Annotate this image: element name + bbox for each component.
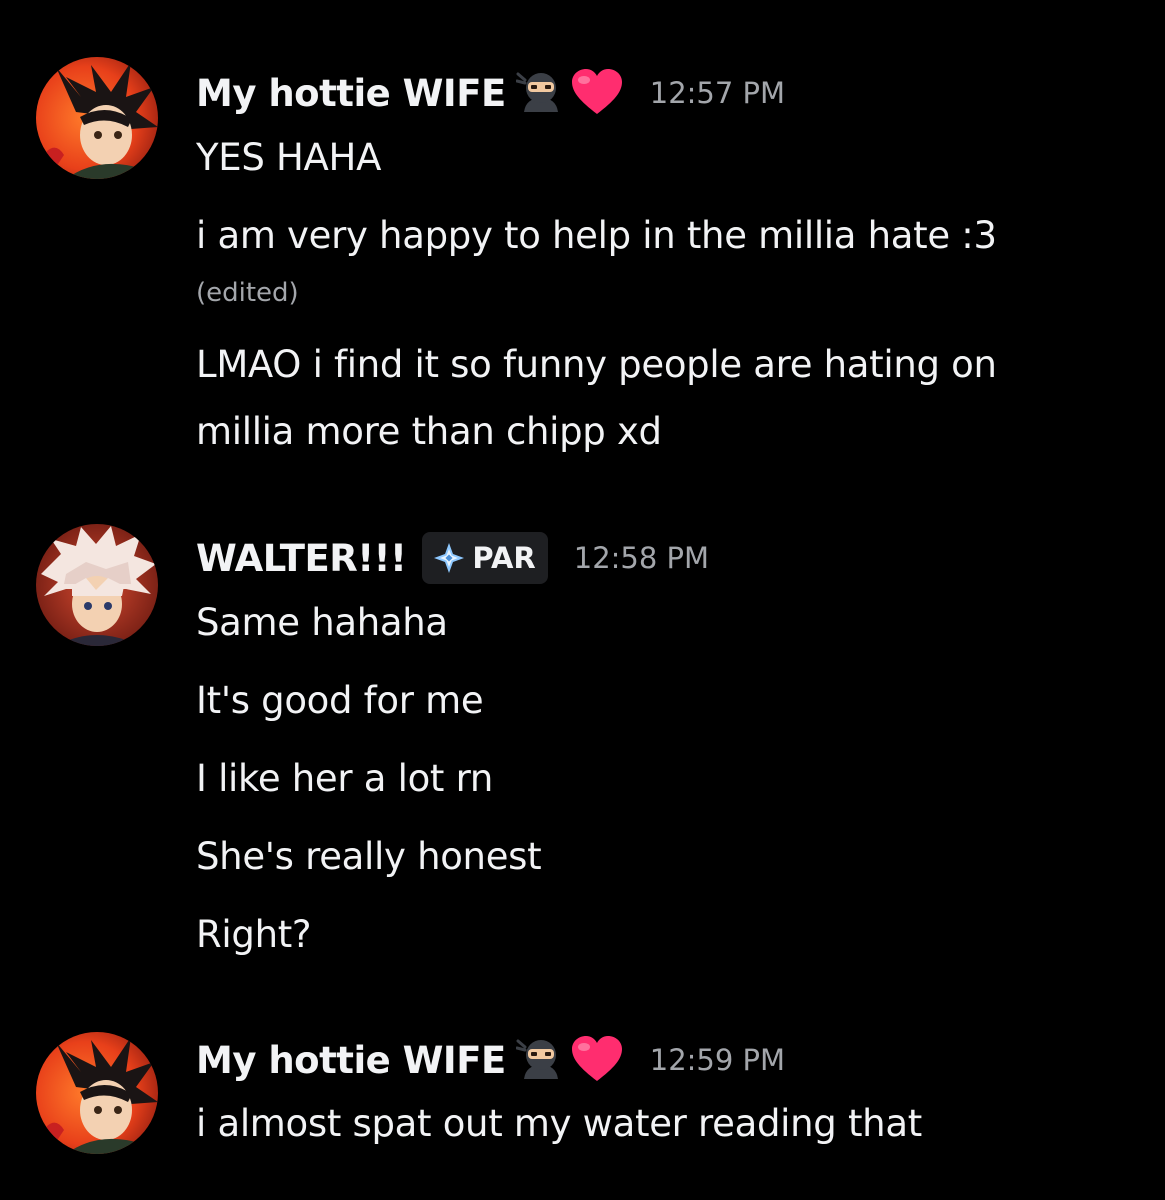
user-avatar[interactable]: [36, 57, 158, 179]
tag-label: PAR: [472, 541, 536, 575]
user-avatar[interactable]: [36, 1032, 158, 1154]
gon-avatar-icon: [36, 1032, 158, 1154]
message-header: WALTER!!! PAR 12:58 PM: [196, 530, 709, 586]
killua-avatar-icon: [36, 524, 158, 646]
edited-label: (edited): [196, 278, 299, 308]
timestamp[interactable]: 12:57 PM: [650, 76, 785, 110]
username[interactable]: My hottie WIFE: [196, 72, 506, 115]
pink-heart-emoji: [570, 68, 624, 118]
message-text[interactable]: I like her a lot rn: [196, 757, 493, 801]
message-text[interactable]: She's really honest: [196, 835, 542, 879]
message-text[interactable]: YES HAHA: [196, 136, 381, 180]
message-text[interactable]: It's good for me: [196, 679, 484, 723]
timestamp[interactable]: 12:58 PM: [574, 541, 709, 575]
message-text[interactable]: i am very happy to help in the millia ha…: [196, 214, 997, 258]
message-header: My hottie WIFE 12:57 PM: [196, 65, 785, 121]
message-header: My hottie WIFE 12:59 PM: [196, 1032, 785, 1088]
ninja-emoji: [515, 1035, 566, 1085]
message-text[interactable]: LMAO i find it so funny people are hatin…: [196, 343, 997, 387]
message-text-continued[interactable]: millia more than chipp xd: [196, 410, 662, 454]
username[interactable]: My hottie WIFE: [196, 1039, 506, 1082]
diamond-sparkle-icon: [434, 543, 465, 573]
server-tag[interactable]: PAR: [422, 532, 548, 584]
message-text[interactable]: i almost spat out my water reading that: [196, 1102, 922, 1146]
username[interactable]: WALTER!!!: [196, 537, 407, 580]
gon-avatar-icon: [36, 57, 158, 179]
message-text[interactable]: Same hahaha: [196, 601, 448, 645]
ninja-emoji: [515, 68, 566, 118]
message-text[interactable]: Right?: [196, 913, 312, 957]
user-avatar[interactable]: [36, 524, 158, 646]
timestamp[interactable]: 12:59 PM: [650, 1043, 785, 1077]
pink-heart-emoji: [570, 1035, 624, 1085]
